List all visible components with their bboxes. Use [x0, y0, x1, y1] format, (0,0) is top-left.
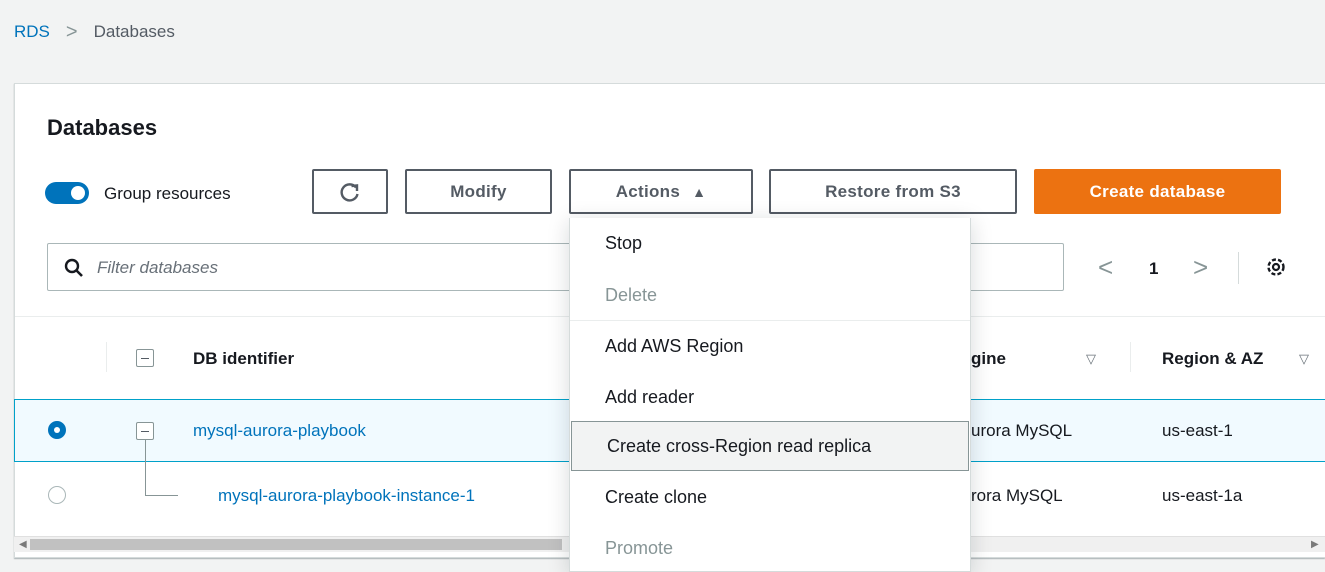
modify-button[interactable]: Modify: [405, 169, 552, 214]
refresh-button[interactable]: [312, 169, 388, 214]
actions-label: Actions: [615, 181, 681, 201]
pagination-divider: [1238, 252, 1239, 284]
row-radio-selected[interactable]: [48, 421, 66, 439]
caret-up-icon: ▲: [692, 183, 707, 200]
page-title: Databases: [47, 115, 158, 140]
group-resources-toggle[interactable]: [45, 182, 89, 204]
region-cell: us-east-1a: [1162, 486, 1243, 505]
row-radio[interactable]: [48, 486, 66, 504]
rds-console: RDS > Databases Databases Group resource…: [0, 0, 1325, 572]
menu-item-stop[interactable]: Stop: [570, 218, 970, 268]
create-database-button[interactable]: Create database: [1034, 169, 1281, 214]
region-sort-icon[interactable]: ▽: [1299, 351, 1309, 367]
previous-page-button[interactable]: <: [1098, 252, 1113, 283]
row-collapse-icon[interactable]: [136, 422, 154, 440]
menu-item-add-aws-region[interactable]: Add AWS Region: [570, 321, 970, 371]
breadcrumb: RDS > Databases: [14, 20, 175, 44]
menu-item-create-clone[interactable]: Create clone: [570, 472, 970, 522]
column-divider: [1130, 342, 1131, 372]
engine-cell: rora MySQL: [971, 486, 1063, 505]
scrollbar-thumb[interactable]: [30, 539, 562, 550]
menu-item-promote: Promote: [605, 537, 674, 558]
menu-item-add-reader[interactable]: Add reader: [570, 372, 970, 422]
column-header-region-az[interactable]: Region & AZ: [1162, 349, 1263, 369]
current-page[interactable]: 1: [1149, 259, 1158, 279]
region-cell: us-east-1: [1162, 421, 1233, 440]
restore-from-s3-button[interactable]: Restore from S3: [769, 169, 1017, 214]
scroll-right-icon[interactable]: ▶: [1311, 539, 1319, 550]
engine-cell: urora MySQL: [971, 421, 1073, 440]
breadcrumb-current: Databases: [93, 22, 175, 41]
column-header-db-identifier[interactable]: DB identifier: [193, 349, 294, 369]
tree-line-vertical: [145, 440, 146, 495]
menu-item-create-cross-region-read-replica[interactable]: Create cross-Region read replica: [571, 421, 969, 471]
column-divider: [106, 342, 107, 372]
engine-sort-icon[interactable]: ▽: [1086, 351, 1096, 367]
search-placeholder: Filter databases: [97, 258, 218, 277]
column-header-engine[interactable]: gine: [971, 349, 1006, 369]
collapse-all-icon[interactable]: [136, 349, 154, 367]
group-resources-label: Group resources: [104, 184, 231, 203]
db-instance-link[interactable]: mysql-aurora-playbook-instance-1: [218, 486, 475, 506]
actions-dropdown-menu: Stop Delete Add AWS Region Add reader Cr…: [569, 218, 971, 572]
settings-gear-icon[interactable]: [1265, 256, 1287, 278]
db-identifier-link[interactable]: mysql-aurora-playbook: [193, 421, 366, 441]
search-icon: [64, 258, 83, 277]
breadcrumb-separator: >: [65, 20, 78, 43]
breadcrumb-rds-link[interactable]: RDS: [14, 22, 50, 42]
actions-button[interactable]: Actions ▲: [569, 169, 753, 214]
scroll-left-icon[interactable]: ◀: [19, 539, 27, 550]
menu-item-delete: Delete: [605, 284, 658, 305]
refresh-icon: [340, 182, 359, 202]
tree-line-horizontal: [145, 495, 178, 496]
toggle-knob: [71, 186, 85, 200]
next-page-button[interactable]: >: [1193, 252, 1208, 283]
